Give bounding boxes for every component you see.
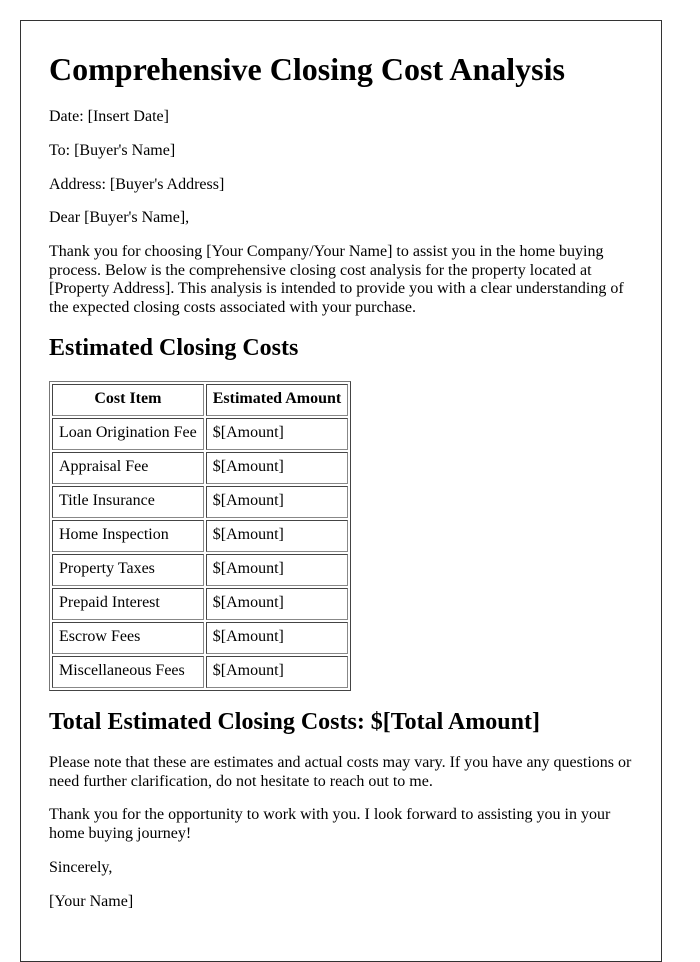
cost-item-cell: Prepaid Interest (52, 587, 204, 620)
column-header-cost-item: Cost Item (52, 383, 204, 416)
amount-cell: $[Amount] (205, 485, 349, 518)
table-row: Title Insurance $[Amount] (52, 485, 349, 518)
letter-page: Comprehensive Closing Cost Analysis Date… (20, 20, 662, 962)
amount-cell: $[Amount] (205, 553, 349, 586)
column-header-estimated-amount: Estimated Amount (205, 383, 349, 416)
table-row: Appraisal Fee $[Amount] (52, 451, 349, 484)
signature: [Your Name] (49, 892, 134, 910)
cost-item-cell: Appraisal Fee (52, 451, 204, 484)
cost-item-cell: Escrow Fees (52, 621, 204, 654)
table-row: Miscellaneous Fees $[Amount] (52, 655, 349, 688)
amount-cell: $[Amount] (205, 451, 349, 484)
closing-costs-table: Cost Item Estimated Amount Loan Originat… (49, 380, 352, 691)
cost-item-cell: Miscellaneous Fees (52, 655, 204, 688)
document-title: Comprehensive Closing Cost Analysis (49, 51, 565, 87)
note-paragraph: Please note that these are estimates and… (49, 754, 632, 790)
amount-cell: $[Amount] (205, 519, 349, 552)
recipient-line: To: [Buyer's Name] (49, 141, 176, 159)
cost-item-cell: Property Taxes (52, 553, 204, 586)
cost-item-cell: Home Inspection (52, 519, 204, 552)
total-heading: Total Estimated Closing Costs: $[Total A… (49, 708, 540, 735)
table-row: Escrow Fees $[Amount] (52, 621, 349, 654)
closing: Sincerely, (49, 858, 113, 876)
date-line: Date: [Insert Date] (49, 107, 169, 125)
address-line: Address: [Buyer's Address] (49, 175, 225, 193)
intro-paragraph: Thank you for choosing [Your Company/You… (49, 243, 624, 316)
costs-heading: Estimated Closing Costs (49, 334, 299, 361)
table-row: Property Taxes $[Amount] (52, 553, 349, 586)
table-row: Loan Origination Fee $[Amount] (52, 417, 349, 450)
cost-item-cell: Loan Origination Fee (52, 417, 204, 450)
amount-cell: $[Amount] (205, 655, 349, 688)
amount-cell: $[Amount] (205, 621, 349, 654)
table-row: Home Inspection $[Amount] (52, 519, 349, 552)
amount-cell: $[Amount] (205, 417, 349, 450)
thanks-paragraph: Thank you for the opportunity to work wi… (49, 806, 611, 842)
cost-item-cell: Title Insurance (52, 485, 204, 518)
salutation: Dear [Buyer's Name], (49, 209, 190, 227)
amount-cell: $[Amount] (205, 587, 349, 620)
table-row: Prepaid Interest $[Amount] (52, 587, 349, 620)
table-header-row: Cost Item Estimated Amount (52, 383, 349, 416)
